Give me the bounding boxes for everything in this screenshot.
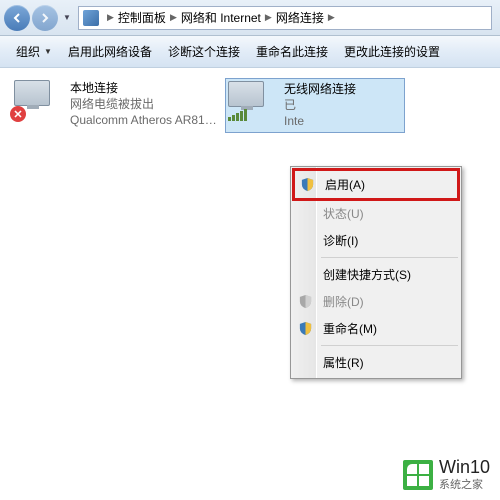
connection-adapter: Qualcomm Atheros AR8161/8... — [70, 112, 220, 128]
shield-icon — [298, 321, 313, 336]
chevron-right-icon: ▶ — [107, 12, 114, 23]
location-icon — [83, 10, 99, 26]
diagnose-button[interactable]: 诊断这个连接 — [160, 39, 248, 64]
breadcrumb-network-internet[interactable]: 网络和 Internet — [181, 9, 261, 26]
connection-text: 无线网络连接 已 Inte — [284, 81, 356, 130]
rename-button[interactable]: 重命名此连接 — [248, 39, 336, 64]
context-menu: 启用(A) 状态(U) 诊断(I) 创建快捷方式(S) 删除(D) 重命名(M)… — [290, 166, 462, 379]
connection-adapter: Inte — [284, 113, 356, 129]
menu-label: 重命名(M) — [323, 320, 377, 337]
menu-rename[interactable]: 重命名(M) — [293, 315, 459, 342]
wifi-icon — [228, 81, 276, 121]
menu-properties[interactable]: 属性(R) — [293, 349, 459, 376]
back-button[interactable] — [4, 5, 30, 31]
menu-separator — [321, 257, 458, 258]
content-area: ✕ 本地连接 网络电缆被拔出 Qualcomm Atheros AR8161/8… — [0, 68, 500, 500]
connection-name: 无线网络连接 — [284, 81, 356, 97]
enable-device-button[interactable]: 启用此网络设备 — [60, 39, 160, 64]
shield-icon — [300, 177, 315, 192]
chevron-down-icon: ▼ — [44, 47, 52, 56]
forward-button[interactable] — [32, 5, 58, 31]
menu-shortcut[interactable]: 创建快捷方式(S) — [293, 261, 459, 288]
breadcrumb-network-connections[interactable]: 网络连接 — [276, 9, 324, 26]
menu-label: 删除(D) — [323, 293, 364, 310]
history-dropdown[interactable]: ▼ — [60, 9, 74, 27]
connection-text: 本地连接 网络电缆被拔出 Qualcomm Atheros AR8161/8..… — [70, 80, 220, 129]
menu-enable[interactable]: 启用(A) — [292, 168, 460, 201]
shield-icon — [298, 294, 313, 309]
organize-label: 组织 — [16, 43, 40, 60]
windows-logo-icon — [403, 460, 433, 490]
organize-menu[interactable]: 组织 ▼ — [8, 39, 60, 64]
watermark-subtitle: 系统之家 — [439, 476, 490, 492]
menu-label: 启用(A) — [325, 176, 365, 193]
menu-label: 创建快捷方式(S) — [323, 266, 411, 283]
chevron-right-icon: ▶ — [170, 12, 177, 23]
signal-bars-icon — [228, 109, 247, 121]
ethernet-icon: ✕ — [14, 80, 62, 120]
menu-delete: 删除(D) — [293, 288, 459, 315]
menu-separator — [321, 345, 458, 346]
connection-local[interactable]: ✕ 本地连接 网络电缆被拔出 Qualcomm Atheros AR8161/8… — [14, 80, 214, 129]
connection-status: 网络电缆被拔出 — [70, 96, 220, 112]
breadcrumb-control-panel[interactable]: 控制面板 — [118, 9, 166, 26]
menu-label: 诊断(I) — [323, 232, 358, 249]
connection-wireless[interactable]: 无线网络连接 已 Inte — [225, 78, 405, 133]
error-x-icon: ✕ — [10, 106, 26, 122]
menu-diagnose[interactable]: 诊断(I) — [293, 227, 459, 254]
menu-label: 状态(U) — [323, 205, 364, 222]
connection-name: 本地连接 — [70, 80, 220, 96]
chevron-right-icon: ▶ — [328, 12, 335, 23]
watermark-title: Win10 — [439, 457, 490, 478]
connection-status: 已 — [284, 97, 356, 113]
menu-status: 状态(U) — [293, 200, 459, 227]
watermark: Win10 系统之家 — [403, 457, 490, 492]
navigation-bar: ▼ ▶ 控制面板 ▶ 网络和 Internet ▶ 网络连接 ▶ — [0, 0, 500, 36]
menu-label: 属性(R) — [323, 354, 364, 371]
breadcrumb[interactable]: ▶ 控制面板 ▶ 网络和 Internet ▶ 网络连接 ▶ — [78, 6, 492, 30]
toolbar: 组织 ▼ 启用此网络设备 诊断这个连接 重命名此连接 更改此连接的设置 — [0, 36, 500, 68]
chevron-right-icon: ▶ — [265, 12, 272, 23]
change-settings-button[interactable]: 更改此连接的设置 — [336, 39, 448, 64]
